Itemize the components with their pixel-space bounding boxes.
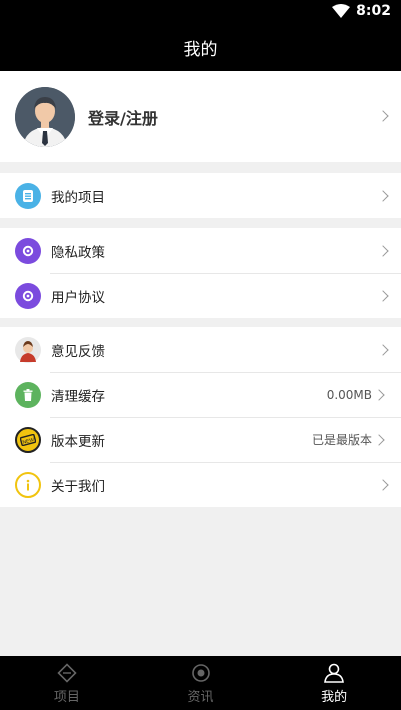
info-icon — [15, 471, 41, 498]
chevron-right-icon — [377, 478, 389, 491]
about-us-row[interactable]: 关于我们 — [0, 462, 401, 507]
update-status: 已是最版本 — [312, 431, 387, 448]
chevron-right-icon — [377, 244, 389, 257]
chevron-right-icon — [377, 289, 389, 302]
clear-cache-row[interactable]: 清理缓存 0.00MB — [0, 372, 401, 417]
bottom-navigation: 项目 资讯 我的 — [0, 656, 401, 710]
shield-icon — [15, 237, 41, 264]
user-icon — [324, 663, 345, 683]
version-update-row[interactable]: NEW 版本更新 已是最版本 — [0, 417, 401, 462]
my-projects-row[interactable]: 我的项目 — [0, 173, 401, 218]
status-icons: 8:02 — [332, 3, 391, 19]
chevron-right-icon — [373, 433, 385, 446]
diamond-icon — [57, 662, 77, 683]
wifi-icon — [332, 4, 351, 18]
page-title: 我的 — [183, 40, 218, 60]
cache-size-value: 0.00MB — [326, 387, 372, 402]
chevron-right-icon — [377, 189, 389, 202]
new-badge-icon: NEW — [15, 426, 41, 453]
person-icon — [15, 336, 41, 363]
version-update-label: 版本更新 — [51, 433, 105, 450]
nav-label-projects: 项目 — [53, 689, 80, 705]
update-status-value: 已是最版本 — [311, 433, 372, 447]
feedback-label: 意见反馈 — [51, 343, 105, 360]
privacy-policy-label: 隐私政策 — [51, 244, 105, 261]
nav-tab-projects[interactable]: 项目 — [0, 656, 134, 710]
document-icon — [15, 182, 41, 209]
settings-group: 意见反馈 清理缓存 0.00MB NEW 版本更新 已是最版本 关于我们 — [0, 327, 401, 507]
about-us-label: 关于我们 — [51, 478, 105, 495]
login-register-row[interactable]: 登录/注册 — [0, 71, 401, 162]
chevron-right-icon — [377, 110, 389, 122]
title-bar: 我的 — [0, 24, 401, 71]
status-time: 8:02 — [356, 3, 391, 19]
chevron-right-icon — [373, 388, 385, 401]
my-projects-label: 我的项目 — [51, 189, 105, 206]
user-agreement-row[interactable]: 用户协议 — [0, 273, 401, 318]
trash-icon — [15, 381, 41, 408]
status-bar: 8:02 — [0, 0, 401, 24]
nav-tab-news[interactable]: 资讯 — [134, 656, 268, 710]
privacy-policy-row[interactable]: 隐私政策 — [0, 228, 401, 273]
cache-size: 0.00MB — [327, 388, 387, 402]
target-icon — [191, 663, 210, 682]
avatar — [15, 86, 75, 147]
user-agreement-label: 用户协议 — [51, 289, 105, 306]
clear-cache-label: 清理缓存 — [51, 388, 105, 405]
chevron-right-icon — [377, 343, 389, 356]
nav-tab-mine[interactable]: 我的 — [267, 656, 401, 710]
nav-label-news: 资讯 — [187, 689, 214, 705]
policy-group: 隐私政策 用户协议 — [0, 228, 401, 318]
shield-icon — [15, 282, 41, 309]
person-avatar-icon — [15, 86, 75, 147]
feedback-row[interactable]: 意见反馈 — [0, 327, 401, 372]
login-register-label: 登录/注册 — [88, 108, 158, 128]
projects-group: 我的项目 — [0, 173, 401, 218]
nav-label-mine: 我的 — [321, 689, 348, 705]
